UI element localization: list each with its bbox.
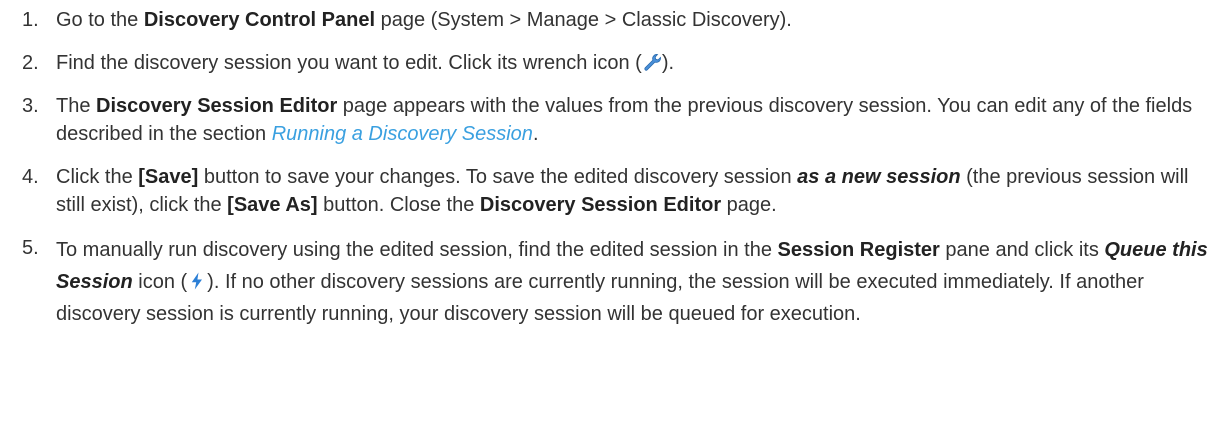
step-number: 5. xyxy=(22,237,39,259)
as-a-new-session-emphasis: as a new session xyxy=(797,166,961,188)
save-as-button-term: [Save As] xyxy=(227,194,318,216)
running-a-discovery-session-link[interactable]: Running a Discovery Session xyxy=(272,123,533,145)
text-run: icon ( xyxy=(132,271,188,293)
session-register-term: Session Register xyxy=(777,239,940,261)
step-number: 2. xyxy=(22,52,39,74)
text-run: page (System > Manage > Classic Discover… xyxy=(375,9,792,31)
step-2: 2. Find the discovery session you want t… xyxy=(22,49,1220,77)
wrench-icon xyxy=(642,52,662,72)
step-5: 5. To manually run discovery using the e… xyxy=(22,234,1220,330)
step-text: The Discovery Session Editor page appear… xyxy=(56,92,1220,148)
step-number: 4. xyxy=(22,166,39,188)
step-text: Find the discovery session you want to e… xyxy=(56,49,1220,77)
text-run: To manually run discovery using the edit… xyxy=(56,239,778,261)
step-text: To manually run discovery using the edit… xyxy=(56,234,1220,330)
step-text: Click the [Save] button to save your cha… xyxy=(56,163,1220,219)
step-3: 3. The Discovery Session Editor page app… xyxy=(22,92,1220,148)
discovery-control-panel-term: Discovery Control Panel xyxy=(143,9,376,31)
save-button-term: [Save] xyxy=(138,166,199,188)
step-number: 3. xyxy=(22,95,39,117)
text-run: . xyxy=(532,123,539,145)
text-run: Go to the xyxy=(56,9,144,31)
discovery-session-editor-term: Discovery Session Editor xyxy=(479,194,722,216)
text-run: The xyxy=(56,95,97,117)
text-run: Find the discovery session you want to e… xyxy=(56,52,642,74)
step-number: 1. xyxy=(22,9,39,31)
step-1: 1. Go to the Discovery Control Panel pag… xyxy=(22,6,1220,34)
step-4: 4. Click the [Save] button to save your … xyxy=(22,163,1220,219)
text-run: button. Close the xyxy=(317,194,480,216)
text-run: page. xyxy=(721,194,777,216)
instruction-list: 1. Go to the Discovery Control Panel pag… xyxy=(0,0,1220,330)
text-run: button to save your changes. To save the… xyxy=(198,166,798,188)
text-run: ). xyxy=(661,52,675,74)
discovery-session-editor-term: Discovery Session Editor xyxy=(96,95,338,117)
text-run: ). If no other discovery sessions are cu… xyxy=(56,271,1144,325)
lightning-icon xyxy=(187,271,207,291)
text-run: Click the xyxy=(56,166,139,188)
text-run: pane and click its xyxy=(939,239,1105,261)
step-text: Go to the Discovery Control Panel page (… xyxy=(56,6,1220,34)
